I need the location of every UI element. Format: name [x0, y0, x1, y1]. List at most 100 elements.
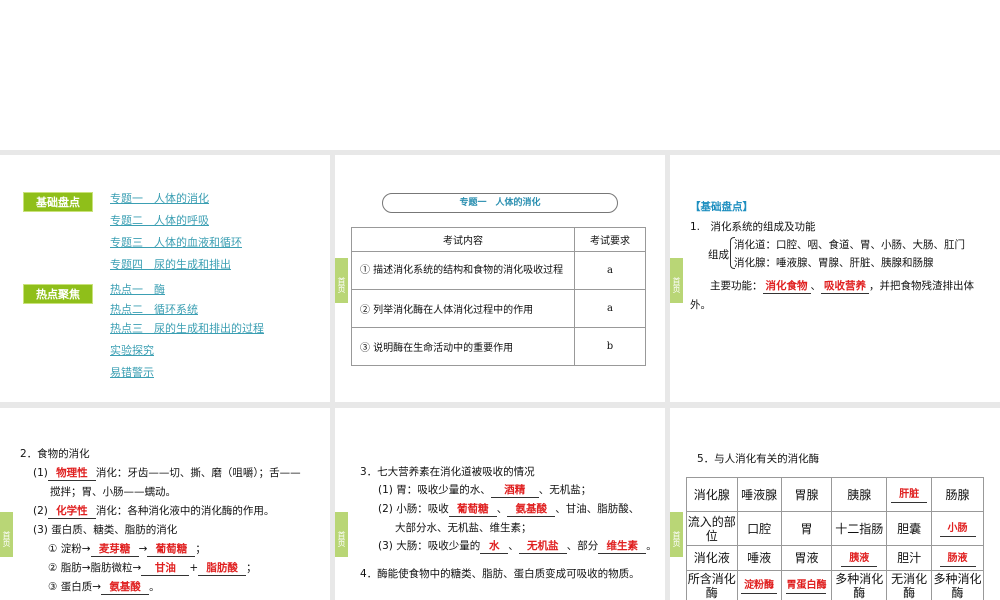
cell-text: 胃腺	[794, 487, 819, 502]
answer-vitamins: 维生素	[598, 538, 647, 554]
line-physical: (1) 物理性 消化：牙齿——切、撕、磨（咀嚼）；舌——	[33, 465, 301, 481]
item-5-title: 5．与人消化有关的消化酶	[697, 453, 820, 465]
cell-text: 肝脏	[891, 488, 928, 503]
link-hot-1[interactable]: 热点一 酶	[110, 281, 165, 297]
slide-thumbnail-1[interactable]: 基础盘点 热点聚焦 专题一 人体的消化 专题二 人体的呼吸 专题三 人体的血液和…	[0, 155, 330, 402]
topic-title-pill: 专题一 人体的消化	[382, 193, 618, 213]
item-1-title: 1. 消化系统的组成及功能	[690, 221, 816, 233]
answer-maltose: 麦芽糖	[90, 541, 139, 557]
text: (2) 小肠：吸收	[378, 503, 449, 515]
table-cell: 无消化酶	[886, 570, 933, 600]
cell-text: 肠腺	[945, 487, 970, 502]
row-level: b	[574, 327, 646, 366]
cell-text: 多种消化酶	[933, 571, 982, 600]
cell-text: 胃蛋白酶	[786, 579, 827, 594]
cell-text: 消化液	[693, 551, 730, 565]
line-chemical: (2) 化学性 消化：各种消化液中的消化酶的作用。	[33, 503, 274, 519]
line-starch: ① 淀粉→ 麦芽糖 → 葡萄糖；	[48, 541, 206, 557]
answer-alcohol: 酒精	[490, 482, 539, 498]
enzyme-table: 消化腺 唾液腺 胃腺 胰腺 肝脏 肠腺 流入的部位 口腔 胃 十二指肠 胆囊 小肠 消化液 唾液 胃液 胰液 胆…	[686, 477, 984, 600]
link-topic-4[interactable]: 专题四 尿的生成和排出	[110, 256, 231, 272]
line-small-intestine: (2) 小肠：吸收 葡萄糖、氨基酸 、甘油、脂肪酸、	[378, 501, 639, 517]
answer-physical: 物理性	[47, 465, 96, 481]
table-cell: 十二指肠	[831, 511, 888, 546]
text: 、甘油、脂肪酸、	[555, 503, 640, 515]
row-content: ③ 说明酶在生命活动中的重要作用	[351, 327, 575, 366]
item-3-title: 3．七大营养素在消化道被吸收的情况	[360, 466, 535, 478]
table-cell: 口腔	[736, 511, 782, 546]
compose-label: 组成	[708, 249, 729, 261]
table-cell: 胆囊	[886, 511, 933, 546]
table-cell: 胃腺	[780, 477, 833, 512]
row-content: ① 描述消化系统的结构和食物的消化吸收过程	[351, 251, 575, 290]
line-large-intestine: (3) 大肠：吸收少量的水、无机盐 、部分 维生素。	[378, 538, 657, 554]
exam-table: 考试内容 考试要求 ① 描述消化系统的结构和食物的消化吸收过程 a ② 列举消化酶在…	[351, 227, 646, 366]
home-tab[interactable]: 首页	[335, 258, 348, 303]
table-cell: 唾液	[736, 545, 782, 571]
cell-text: 流入的部位	[687, 514, 736, 543]
answer-digest: 消化食物	[762, 278, 811, 294]
table-cell: 胃蛋白酶	[780, 570, 833, 600]
semi: ；	[195, 543, 206, 555]
row-header: 流入的部位	[686, 511, 738, 546]
answer-salts: 无机盐	[518, 538, 567, 554]
function-tail: ，并把食物残渣排出体	[869, 280, 974, 292]
line-small-intestine-cont: 大部分水、无机盐、维生素；	[395, 522, 532, 534]
slide-thumbnail-2[interactable]: 首页 专题一 人体的消化 考试内容 考试要求 ① 描述消化系统的结构和食物的消化吸…	[335, 155, 665, 402]
row-content: ② 列举消化酶在人体消化过程中的作用	[351, 289, 575, 328]
link-hot-3[interactable]: 热点三 尿的生成和排出的过程	[110, 320, 264, 336]
enzyme-table-row: 消化腺 唾液腺 胃腺 胰腺 肝脏 肠腺	[686, 477, 984, 512]
answer-amino-acid: 氨基酸	[101, 579, 150, 595]
home-tab[interactable]: 首页	[670, 512, 683, 557]
cell-text: 胆汁	[897, 551, 922, 565]
link-topic-1[interactable]: 专题一 人体的消化	[110, 190, 209, 206]
table-cell: 胃	[780, 511, 833, 546]
text: (3) 大肠：吸收少量的	[378, 540, 481, 552]
sep: 、	[810, 280, 822, 292]
text: 消化：各种消化液中的消化酶的作用。	[95, 505, 275, 517]
end: 。	[646, 540, 657, 552]
slide-thumbnail-4[interactable]: 首页 2．食物的消化 (1) 物理性 消化：牙齿——切、撕、磨（咀嚼）；舌—— 搅拌…	[0, 408, 330, 600]
num: (1)	[33, 467, 48, 479]
plus: +	[189, 562, 199, 574]
link-warnings[interactable]: 易错警示	[110, 364, 154, 380]
home-tab[interactable]: 首页	[0, 512, 13, 557]
text: ② 脂肪→脂肪微粒→	[48, 562, 142, 574]
slide-thumbnail-3[interactable]: 首页 【基础盘点】 1. 消化系统的组成及功能 组成 消化道：口腔、咽、食道、胃…	[670, 155, 1000, 402]
header-level: 考试要求	[574, 227, 646, 252]
text: 、部分	[566, 540, 599, 552]
arrow: →	[138, 543, 148, 555]
link-topic-2[interactable]: 专题二 人体的呼吸	[110, 212, 209, 228]
home-tab[interactable]: 首页	[670, 258, 683, 303]
cell-text: 多种消化酶	[835, 571, 884, 600]
answer-absorb: 吸收营养	[821, 278, 869, 294]
function-end: 外。	[690, 299, 711, 311]
line-fat: ② 脂肪→脂肪微粒→ 甘油 + 脂肪酸；	[48, 560, 257, 576]
line-protein: ③ 蛋白质→ 氨基酸。	[48, 579, 160, 595]
answer-fatty-acid: 脂肪酸	[198, 560, 247, 576]
table-cell: 多种消化酶	[931, 570, 984, 600]
answer-water: 水	[480, 538, 509, 554]
table-cell: 胆汁	[886, 545, 933, 571]
slide-thumbnail-6[interactable]: 首页 5．与人消化有关的消化酶 消化腺 唾液腺 胃腺 胰腺 肝脏 肠腺 流入的部位 口腔 胃 十二…	[670, 408, 1000, 600]
sep: 、	[496, 503, 508, 515]
cell-text: 无消化酶	[891, 571, 928, 600]
home-tab[interactable]: 首页	[335, 512, 348, 557]
slide-thumbnail-5[interactable]: 首页 3．七大营养素在消化道被吸收的情况 (1) 胃：吸收少量的水、 酒精 、无机盐…	[335, 408, 665, 600]
item-4: 4．酶能使食物中的糖类、脂肪、蛋白质变成可吸收的物质。	[360, 568, 640, 580]
cell-text: 所含消化酶	[687, 571, 736, 600]
answer-glucose: 葡萄糖	[147, 541, 196, 557]
cell-text: 消化腺	[693, 487, 730, 502]
cell-text: 胃	[800, 521, 813, 536]
cell-text: 胰腺	[847, 487, 872, 502]
row-level: a	[574, 289, 646, 328]
link-experiment[interactable]: 实验探究	[110, 342, 154, 358]
table-cell: 肝脏	[886, 477, 933, 512]
line-stomach: (1) 胃：吸收少量的水、 酒精 、无机盐；	[378, 482, 591, 498]
text: ③ 蛋白质→	[48, 581, 102, 593]
enzyme-table-row: 流入的部位 口腔 胃 十二指肠 胆囊 小肠	[686, 511, 984, 546]
section-basic-label: 基础盘点	[23, 192, 93, 212]
link-topic-3[interactable]: 专题三 人体的血液和循环	[110, 234, 242, 250]
link-hot-2[interactable]: 热点二 循环系统	[110, 301, 198, 317]
text: 消化：牙齿——切、撕、磨（咀嚼）；舌——	[95, 467, 301, 479]
